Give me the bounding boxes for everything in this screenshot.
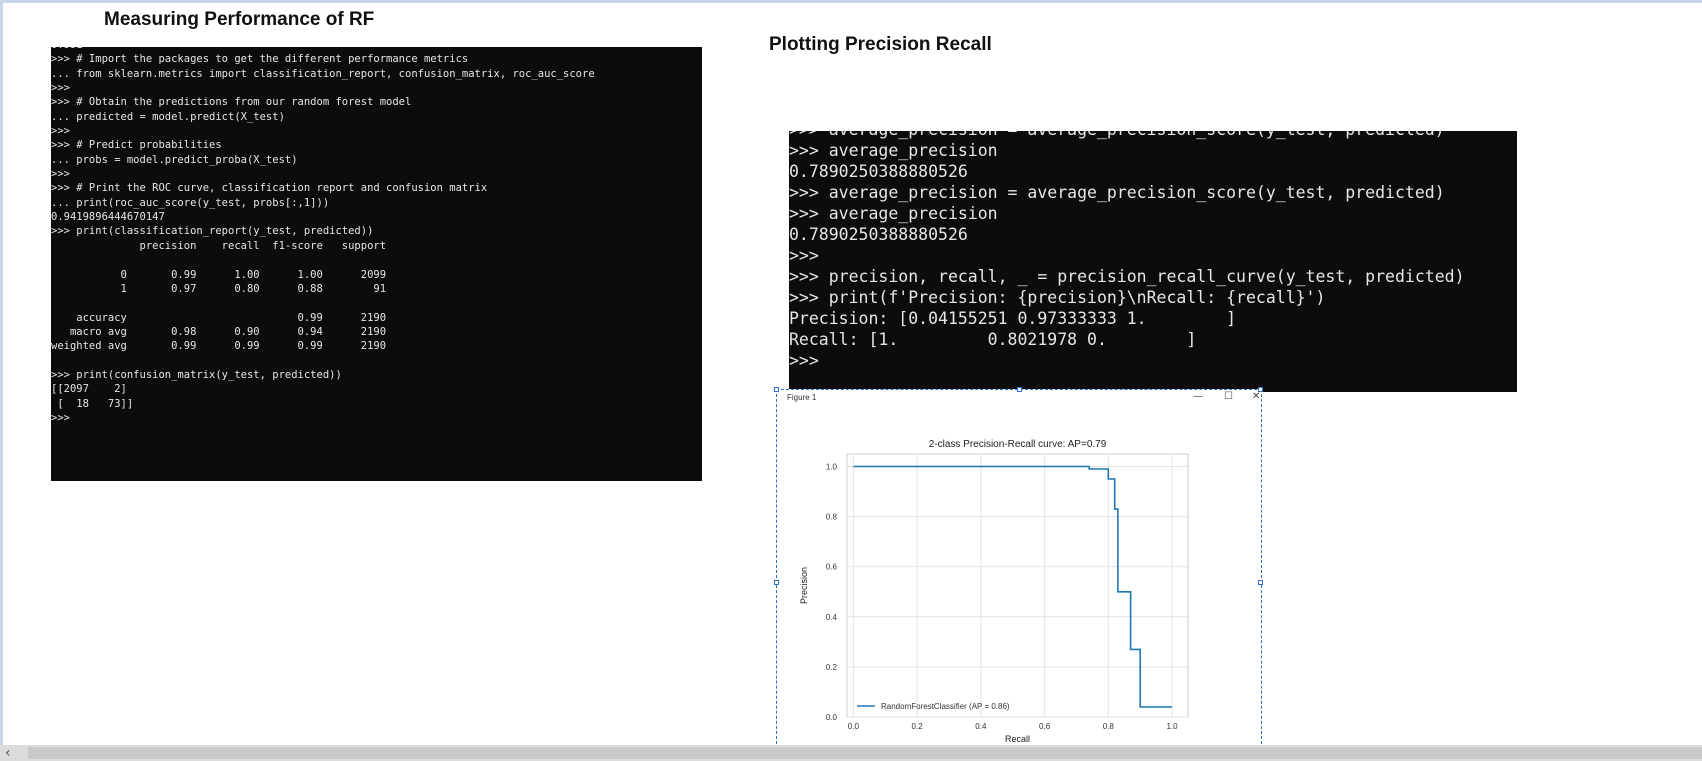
terminal-line: ... from sklearn.metrics import classifi… — [51, 67, 595, 80]
y-tick-label: 0.0 — [826, 713, 838, 722]
terminal-line: >>> # Predict probabilities — [51, 139, 222, 152]
resize-handle-top-right[interactable] — [1258, 387, 1263, 392]
resize-handle-right[interactable] — [1258, 580, 1263, 585]
horizontal-scrollbar[interactable]: ‹ — [0, 745, 1702, 761]
y-tick-label: 0.8 — [826, 513, 838, 522]
terminal-output: >>> average_precision = average_precisio… — [789, 131, 1465, 371]
terminal-line: Recall: [1. 0.8021978 0. ] — [789, 330, 1197, 349]
terminal-output: 0.991>>> # Import the packages to get th… — [51, 47, 595, 425]
terminal-line: >>> — [51, 411, 70, 424]
terminal-line: >>> — [51, 125, 70, 138]
x-tick-label: 0.6 — [1039, 722, 1051, 731]
terminal-line: 0.7890250388880526 — [789, 225, 968, 244]
precision-recall-plot: 0.0 0.2 0.4 0.6 0.8 1.0 0.0 0.2 0.4 0.6 0.8 1.0 2-cl… — [799, 439, 1189, 744]
terminal-line: >>> — [789, 246, 819, 265]
x-tick-label: 0.4 — [975, 722, 987, 731]
terminal-line: >>> precision, recall, _ = precision_rec… — [789, 267, 1465, 286]
x-axis-label: Recall — [1005, 734, 1030, 744]
resize-handle-top-left[interactable] — [774, 387, 779, 392]
terminal-line: weighted avg 0.99 0.99 0.99 2190 — [51, 340, 387, 353]
terminal-line: >>> average_precision — [789, 141, 998, 160]
y-tick-label: 0.2 — [826, 663, 838, 672]
terminal-line: [ 18 73]] — [51, 397, 134, 410]
terminal-line: 0.7890250388880526 — [789, 162, 968, 181]
terminal-line: ... predicted = model.predict(X_test) — [51, 110, 285, 123]
terminal-line: >>> average_precision — [789, 204, 998, 223]
terminal-line: 0 0.99 1.00 1.00 2099 — [51, 268, 387, 281]
y-axis-label: Precision — [799, 567, 809, 604]
x-tick-label: 1.0 — [1167, 722, 1179, 731]
terminal-line: ... print(roc_auc_score(y_test, probs[:,… — [51, 196, 330, 209]
y-tick-label: 1.0 — [826, 463, 838, 472]
terminal-line: >>> # Print the ROC curve, classificatio… — [51, 182, 488, 195]
x-tick-label: 0.8 — [1103, 722, 1115, 731]
terminal-line: >>> average_precision = average_precisio… — [789, 183, 1445, 202]
plot-area — [846, 453, 1189, 718]
terminal-line: accuracy 0.99 2190 — [51, 311, 387, 324]
terminal-line: >>> — [51, 168, 70, 181]
x-tick-label: 0.2 — [912, 722, 924, 731]
terminal-line: 0.9419896444670147 — [51, 211, 165, 224]
terminal-line: >>> # Obtain the predictions from our ra… — [51, 96, 412, 109]
scrollbar-thumb[interactable] — [28, 747, 1702, 759]
window-left-border — [0, 0, 3, 761]
terminal-line: >>> average_precision = average_precisio… — [789, 131, 1465, 140]
terminal-line: 1 0.97 0.80 0.88 91 — [51, 282, 387, 295]
y-tick-label: 0.6 — [826, 563, 838, 572]
terminal-line: >>> — [51, 82, 70, 95]
terminal-line: [[2097 2] — [51, 383, 127, 396]
chart-title: 2-class Precision-Recall curve: AP=0.79 — [929, 439, 1107, 450]
x-tick-label: 0.0 — [848, 722, 860, 731]
terminal-line: >>> — [789, 351, 819, 370]
resize-handle-top[interactable] — [1017, 387, 1022, 392]
terminal-right-screenshot: >>> average_precision = average_precisio… — [789, 131, 1517, 392]
terminal-left-screenshot: 0.991>>> # Import the packages to get th… — [51, 47, 702, 481]
figure-window[interactable]: Figure 1 — ☐ ✕ 0.0 0.2 0.4 0.6 0.8 1.0 0.0 0.2 0… — [774, 387, 1263, 749]
terminal-line: macro avg 0.98 0.90 0.94 2190 — [51, 325, 387, 338]
terminal-line: >>> # Import the packages to get the dif… — [51, 53, 469, 66]
terminal-line: >>> print(confusion_matrix(y_test, predi… — [51, 368, 342, 381]
slide-title-right: Plotting Precision Recall — [769, 34, 992, 55]
legend-label: RandomForestClassifier (AP = 0.86) — [881, 702, 1010, 711]
terminal-line: ... probs = model.predict_proba(X_test) — [51, 153, 298, 166]
terminal-line: precision recall f1-score support — [51, 239, 387, 252]
terminal-line: >>> print(f'Precision: {precision}\nReca… — [789, 288, 1326, 307]
scroll-left-arrow-icon[interactable]: ‹ — [5, 745, 11, 761]
slide-title-left: Measuring Performance of RF — [104, 9, 375, 30]
y-tick-label: 0.4 — [826, 613, 838, 622]
terminal-line: Precision: [0.04155251 0.97333333 1. ] — [789, 309, 1237, 328]
resize-handle-left[interactable] — [774, 580, 779, 585]
window-top-border — [0, 0, 1702, 3]
terminal-line: >>> print(classification_report(y_test, … — [51, 225, 374, 238]
